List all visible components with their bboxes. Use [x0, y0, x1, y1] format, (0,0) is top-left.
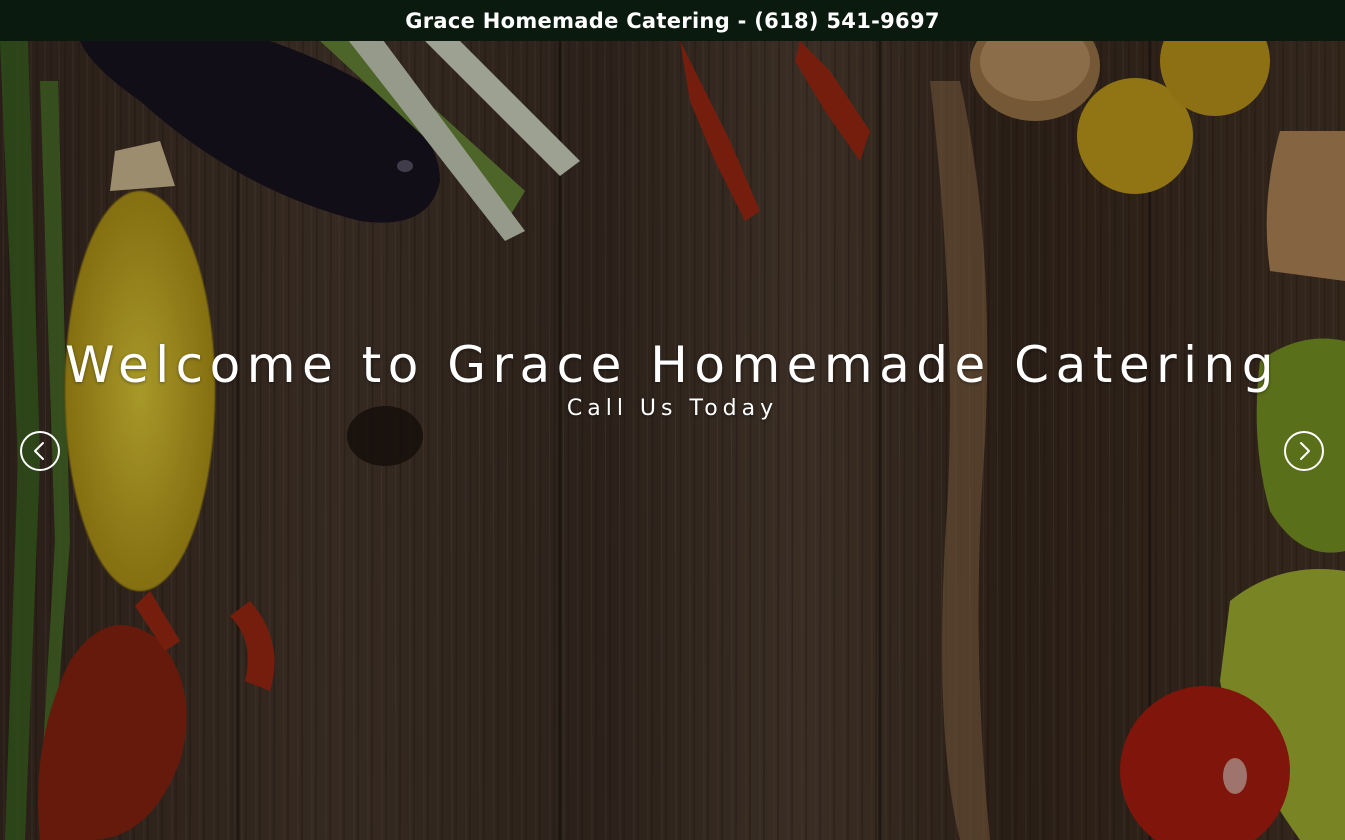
hero-slider: Welcome to Grace Homemade Catering Call … [0, 41, 1345, 840]
slider-next-button[interactable] [1284, 431, 1324, 471]
banner-phone-text: Grace Homemade Catering - (618) 541-9697 [405, 8, 940, 33]
hero-title: Welcome to Grace Homemade Catering [65, 336, 1280, 394]
top-banner: Grace Homemade Catering - (618) 541-9697 [0, 0, 1345, 41]
hero-dark-overlay [0, 41, 1345, 840]
hero-subtitle: Call Us Today [566, 396, 779, 421]
chevron-right-icon [1300, 442, 1310, 460]
slider-prev-button[interactable] [20, 431, 60, 471]
chevron-left-icon [34, 442, 44, 460]
